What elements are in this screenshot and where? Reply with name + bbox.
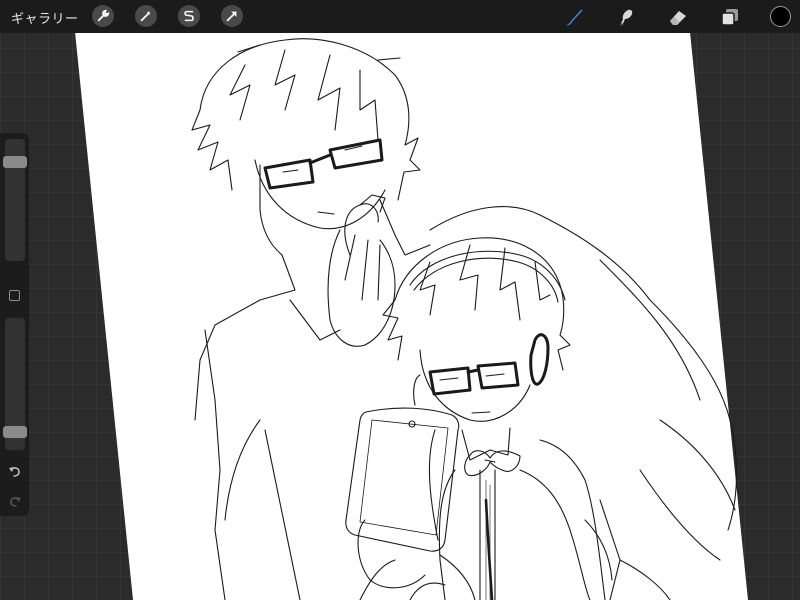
smudge-tool-button[interactable] [614,5,638,29]
arrow-cursor-icon [226,11,237,22]
undo-icon[interactable] [7,463,23,479]
modify-button[interactable] [9,290,20,301]
brush-size-thumb[interactable] [3,155,27,168]
left-sidebar [0,133,29,516]
redo-icon[interactable] [7,493,23,509]
actions-button[interactable] [92,5,114,27]
adjustments-button[interactable] [135,5,157,27]
top-toolbar: ギャラリー [0,0,800,33]
canvas-area[interactable] [0,0,800,600]
layers-button[interactable] [718,5,742,29]
eraser-tool-button[interactable] [666,5,690,29]
smudge-icon [620,9,633,26]
opacity-thumb[interactable] [3,426,27,438]
layers-icon [721,9,738,26]
wrench-icon [97,9,110,22]
eraser-icon [670,11,686,25]
selection-button[interactable] [178,5,200,27]
color-picker-button[interactable] [770,6,791,27]
transform-button[interactable] [221,5,243,27]
brush-tool-button[interactable] [562,5,586,29]
magic-wand-icon [140,10,151,22]
brush-icon [566,9,583,26]
canvas-svg[interactable] [0,0,800,600]
drawing-canvas[interactable] [75,32,748,600]
selection-s-icon [184,10,194,22]
gallery-button[interactable]: ギャラリー [11,8,79,27]
procreate-app: ギャラリー [0,0,800,600]
